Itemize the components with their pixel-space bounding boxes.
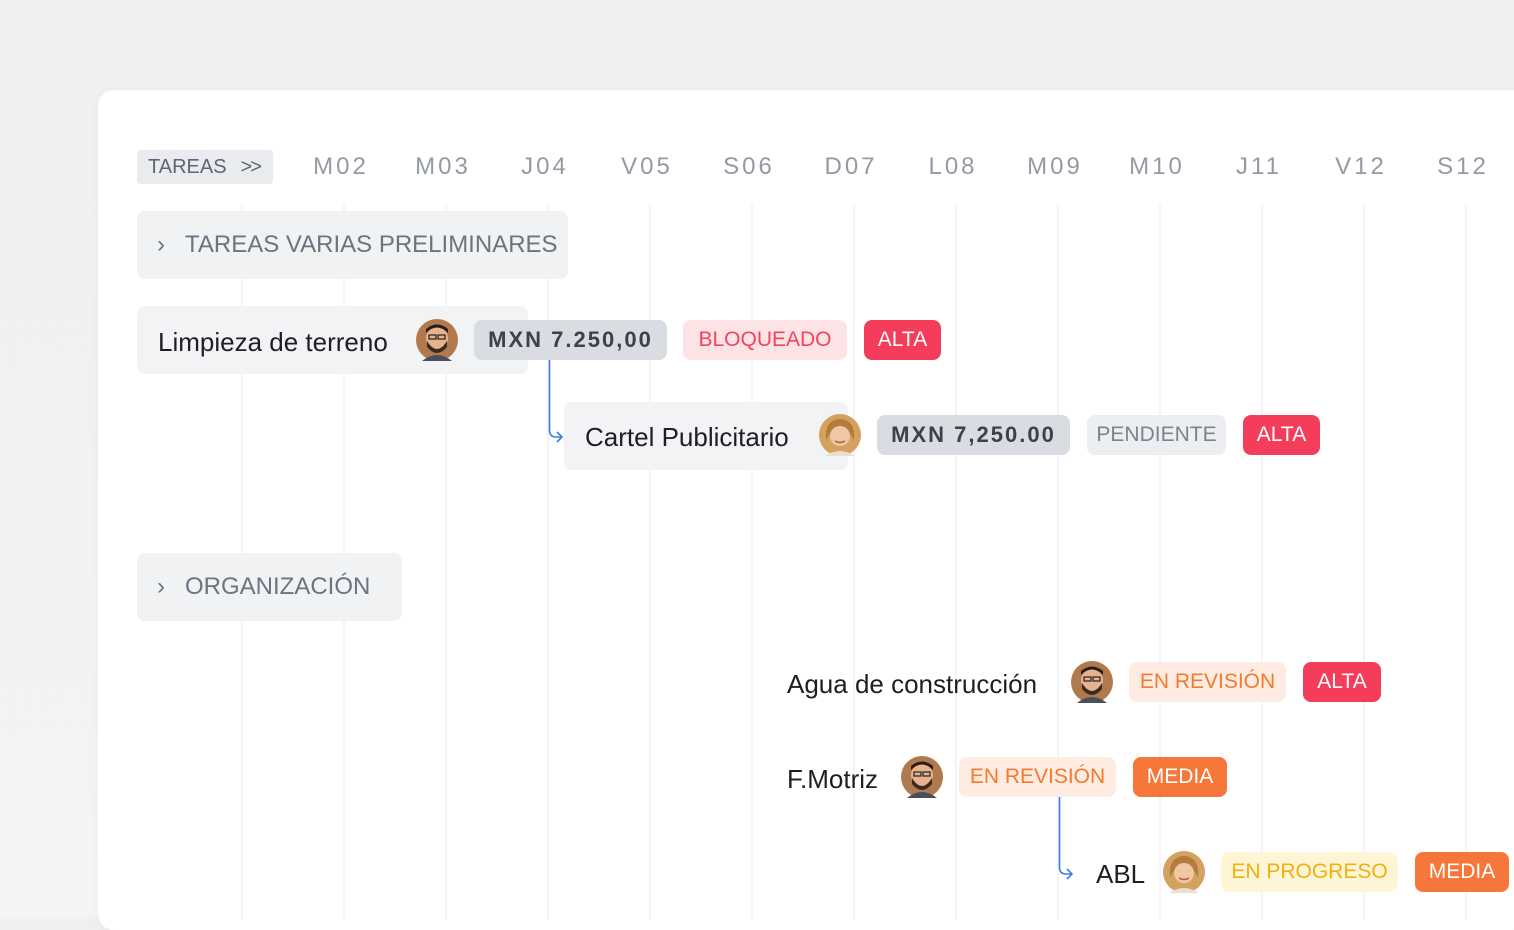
man-avatar [1071, 661, 1113, 703]
woman-avatar [819, 414, 861, 456]
grid-line [1261, 205, 1263, 919]
status-badge[interactable]: EN PROGRESO [1221, 852, 1398, 892]
group-row-organizacion[interactable]: › ORGANIZACIÓN [137, 553, 402, 621]
day-header: J04 [521, 153, 569, 180]
day-header: D07 [824, 153, 878, 180]
status-badge[interactable]: BLOQUEADO [683, 320, 847, 360]
group-label: TAREAS VARIAS PRELIMINARES [185, 231, 558, 258]
priority-badge[interactable]: MEDIA [1133, 757, 1227, 797]
grid-line [1159, 205, 1161, 919]
priority-badge[interactable]: MEDIA [1415, 852, 1509, 892]
day-header: M02 [313, 153, 369, 180]
priority-badge[interactable]: ALTA [1303, 662, 1381, 702]
grid-line [751, 205, 753, 919]
task-amount: MXN 7.250,00 [474, 320, 667, 360]
day-header: V12 [1335, 153, 1387, 180]
group-label: ORGANIZACIÓN [185, 573, 371, 600]
task-name[interactable]: ABL [1096, 857, 1145, 891]
tasks-toggle-button[interactable]: TAREAS >> [137, 150, 273, 184]
task-name[interactable]: Agua de construcción [787, 667, 1037, 701]
task-amount: MXN 7,250.00 [877, 415, 1070, 455]
day-header: M09 [1027, 153, 1083, 180]
status-badge[interactable]: EN REVISIÓN [959, 757, 1116, 797]
task-name: Cartel Publicitario [585, 422, 789, 452]
priority-badge[interactable]: ALTA [864, 320, 941, 360]
chevron-right-icon: › [157, 231, 165, 258]
day-header: J11 [1236, 153, 1282, 180]
day-header: L08 [928, 153, 978, 180]
task-name: Limpieza de terreno [158, 327, 388, 357]
group-row-preliminares[interactable]: › TAREAS VARIAS PRELIMINARES [137, 211, 568, 279]
tasks-label: TAREAS [148, 155, 227, 178]
day-header: V05 [621, 153, 673, 180]
man-avatar [416, 319, 458, 361]
grid-line [955, 205, 957, 919]
chevron-right-icon: › [157, 573, 165, 600]
woman-avatar [1163, 851, 1205, 893]
status-badge[interactable]: EN REVISIÓN [1129, 662, 1286, 702]
dependency-arrow [1058, 797, 1074, 880]
day-header: S06 [723, 153, 775, 180]
man-avatar [901, 756, 943, 798]
grid-line [649, 205, 651, 919]
grid-line [1465, 205, 1467, 919]
grid-line [547, 205, 549, 919]
day-header: M10 [1129, 153, 1185, 180]
double-chevron-right-icon: >> [240, 155, 262, 178]
grid-line [853, 205, 855, 919]
task-name[interactable]: F.Motriz [787, 762, 878, 796]
status-badge[interactable]: PENDIENTE [1087, 415, 1226, 455]
day-header: S12 [1437, 153, 1489, 180]
day-header: M03 [415, 153, 471, 180]
grid-line [1363, 205, 1365, 919]
priority-badge[interactable]: ALTA [1243, 415, 1320, 455]
